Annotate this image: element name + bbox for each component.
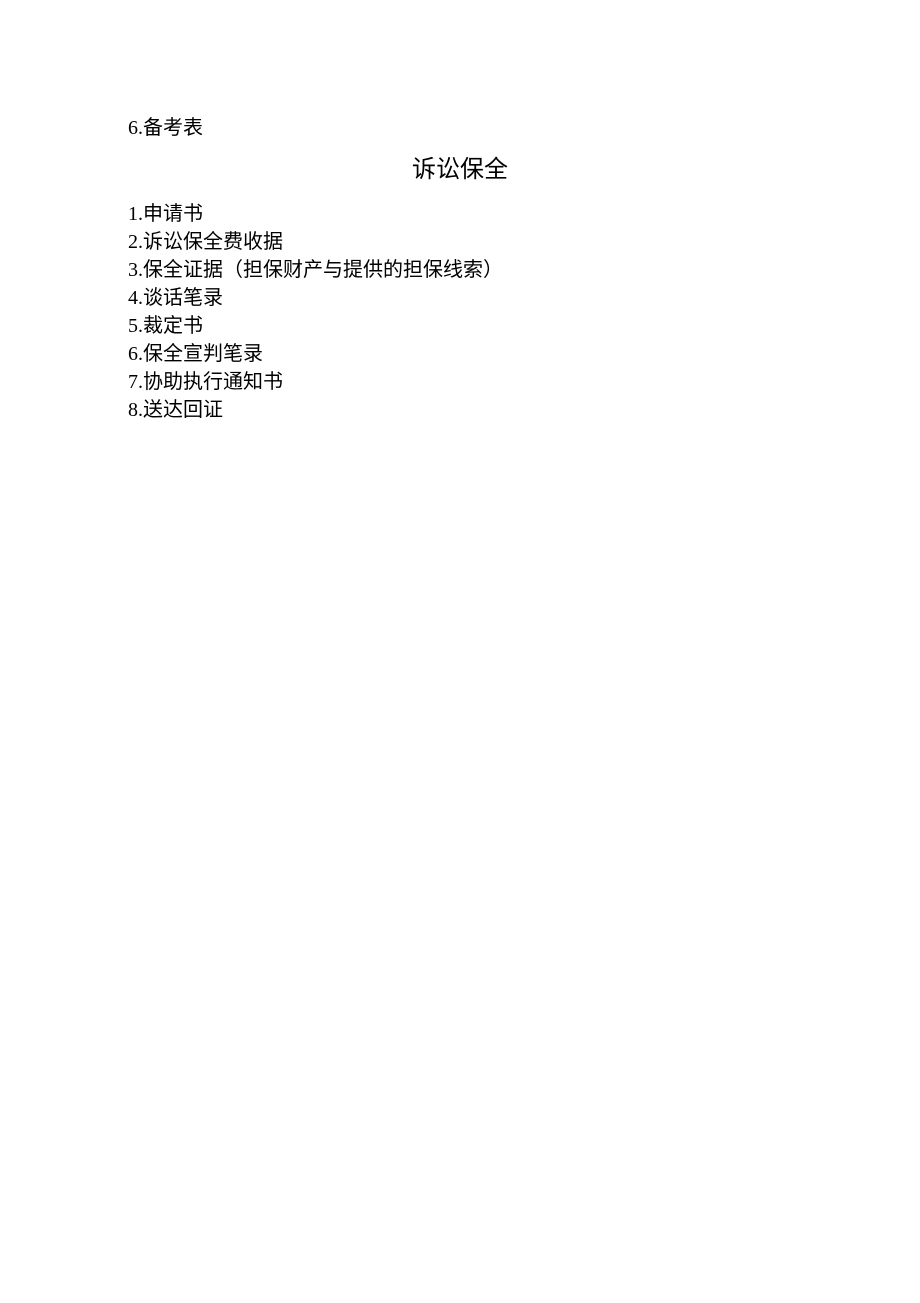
item-text: 保全宣判笔录 [143,343,263,365]
item-text: 送达回证 [143,399,223,421]
list-item: 2.诉讼保全费收据 [128,228,792,256]
list-item: 3.保全证据（担保财产与提供的担保线索） [128,256,792,284]
item-number: 8. [128,399,143,421]
list-item: 1.申请书 [128,200,792,228]
item-text: 谈话笔录 [143,287,223,309]
item-text: 申请书 [143,203,203,225]
list-item: 6.保全宣判笔录 [128,340,792,368]
item-number: 5. [128,315,143,337]
list-item: 5.裁定书 [128,312,792,340]
document-page: 6.备考表 诉讼保全 1.申请书 2.诉讼保全费收据 3.保全证据（担保财产与提… [0,0,920,424]
preceding-list-item: 6.备考表 [128,114,792,142]
list-item: 4.谈话笔录 [128,284,792,312]
item-text: 保全证据（担保财产与提供的担保线索） [143,259,503,281]
list-item: 7.协助执行通知书 [128,368,792,396]
item-text: 诉讼保全费收据 [143,231,283,253]
list-item: 8.送达回证 [128,396,792,424]
item-number: 3. [128,259,143,281]
item-text: 备考表 [143,117,203,139]
item-number: 1. [128,203,143,225]
item-number: 4. [128,287,143,309]
item-number: 7. [128,371,143,393]
item-text: 协助执行通知书 [143,371,283,393]
item-text: 裁定书 [143,315,203,337]
item-number: 6. [128,343,143,365]
section-title: 诉讼保全 [128,150,792,190]
item-number: 6. [128,117,143,139]
item-number: 2. [128,231,143,253]
